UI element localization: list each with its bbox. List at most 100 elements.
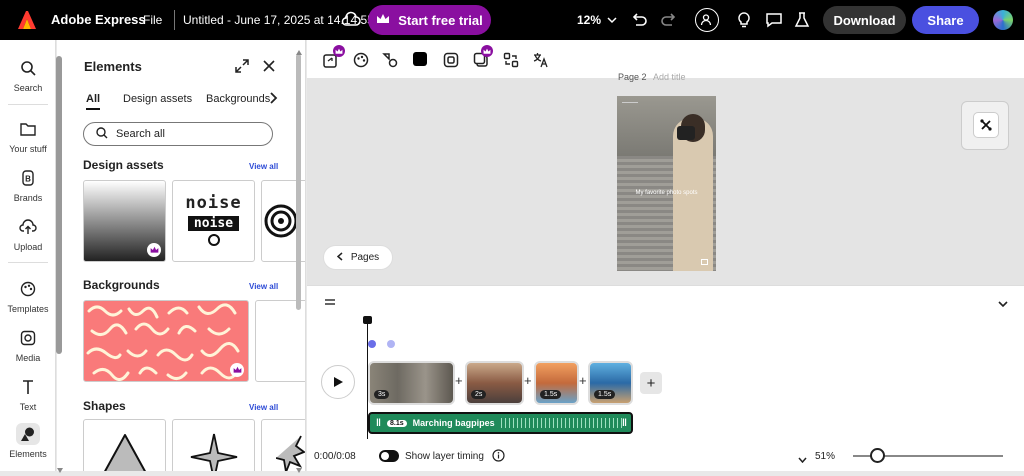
adobe-express-logo[interactable] [17, 10, 37, 30]
top-bar: Adobe Express File Untitled - June 17, 2… [0, 0, 1024, 40]
tab-backgrounds[interactable]: Backgrounds [206, 93, 270, 105]
add-transition-icon[interactable]: + [455, 373, 463, 388]
zoom-value: 12% [577, 13, 602, 27]
rail-label: Your stuff [9, 144, 47, 154]
rail-item-text[interactable]: Text [0, 376, 56, 412]
zoom-dropdown[interactable]: 12% [577, 13, 617, 27]
share-button[interactable]: Share [912, 6, 979, 34]
audio-handle-right[interactable]: ‖ [622, 418, 627, 429]
scroll-down-arrow-icon[interactable] [296, 462, 302, 476]
download-button[interactable]: Download [823, 6, 906, 34]
add-transition-icon[interactable]: + [579, 373, 587, 388]
info-icon[interactable] [492, 449, 505, 465]
cloud-sync-icon[interactable] [341, 11, 361, 32]
noise-wordmark-inverse: noise [187, 216, 240, 231]
audio-waveform [500, 418, 623, 428]
flask-icon[interactable] [794, 11, 810, 29]
layer-effect-icon[interactable] [443, 52, 459, 71]
swap-pages-icon[interactable] [973, 112, 999, 138]
section-title-backgrounds: Backgrounds [83, 278, 160, 292]
timeline-clip[interactable]: 1.5s [588, 361, 633, 405]
view-all-backgrounds[interactable]: View all [249, 282, 278, 291]
rail-item-your-stuff[interactable]: Your stuff [0, 118, 56, 154]
view-all-design-assets[interactable]: View all [249, 162, 278, 171]
page-title-placeholder[interactable]: Add title [653, 72, 686, 82]
color-swatch[interactable] [413, 52, 427, 66]
marker-dot[interactable] [387, 340, 395, 348]
file-menu[interactable]: File [143, 13, 162, 27]
add-clip-button[interactable]: + [640, 372, 662, 394]
layer-timing-toggle[interactable] [379, 450, 399, 462]
invite-user-icon[interactable] [695, 8, 719, 32]
crown-icon [376, 13, 390, 28]
view-all-shapes[interactable]: View all [249, 403, 278, 412]
timeline-clip[interactable]: 3s [368, 361, 455, 405]
chevron-right-icon[interactable] [270, 92, 278, 107]
lightbulb-icon[interactable] [736, 11, 752, 29]
rail-item-brands[interactable]: B Brands [0, 167, 56, 203]
page-options-widget[interactable] [961, 101, 1009, 150]
squiggle-pattern-graphic [86, 303, 240, 381]
comment-icon[interactable] [765, 11, 783, 29]
timeline-handle-icon[interactable] [324, 295, 336, 309]
page-preview[interactable]: My favorite photo spots [617, 96, 716, 271]
search-icon [16, 57, 40, 79]
svg-text:B: B [25, 175, 31, 184]
rail-item-search[interactable]: Search [0, 57, 56, 93]
marker-dot[interactable] [368, 340, 376, 348]
audio-duration: 8.1s [386, 419, 407, 427]
timeline-zoom-value: 51% [815, 451, 836, 462]
timeline-clip[interactable]: 2s [465, 361, 524, 405]
rail-label: Search [13, 83, 43, 93]
photo-caption: My favorite photo spots [635, 190, 698, 196]
rail-item-elements[interactable]: Elements [0, 423, 56, 459]
expand-icon[interactable] [235, 59, 249, 76]
redo-icon[interactable] [660, 11, 678, 29]
rail-item-upload[interactable]: Upload [0, 216, 56, 252]
background-white[interactable] [255, 300, 305, 382]
folder-icon [16, 118, 40, 140]
design-asset-gradient[interactable] [83, 180, 166, 262]
audio-track[interactable]: ‖ 8.1s Marching bagpipes ‖ [368, 412, 633, 434]
avatar[interactable] [993, 10, 1013, 30]
zoom-slider-thumb[interactable] [870, 448, 885, 463]
scroll-up-arrow-icon[interactable] [296, 44, 302, 58]
pages-button[interactable]: Pages [323, 245, 393, 270]
rail-item-media[interactable]: Media [0, 327, 56, 363]
shape-star[interactable] [172, 419, 255, 471]
timeline-clip[interactable]: 1.5s [534, 361, 579, 405]
rail-item-templates[interactable]: Templates [0, 278, 56, 314]
rail-scrollbar[interactable] [56, 56, 62, 354]
tab-all[interactable]: All [86, 93, 100, 105]
undo-icon[interactable] [630, 11, 648, 29]
timeline-panel: 3s + 2s + 1.5s + 1.5s + [307, 285, 1024, 471]
translate-icon[interactable] [533, 52, 549, 71]
shapes-swap-icon[interactable] [382, 52, 398, 71]
rail-label: Media [15, 353, 41, 363]
rail-label: Upload [13, 242, 43, 252]
divider [174, 10, 175, 30]
palette-icon[interactable] [353, 52, 369, 71]
background-pattern[interactable] [83, 300, 249, 382]
panel-scrollbar[interactable] [296, 54, 301, 310]
audio-handle-left[interactable]: ‖ [376, 418, 381, 429]
start-free-trial-button[interactable]: Start free trial [368, 5, 491, 35]
rail-scroll-down-arrow-icon[interactable] [57, 462, 63, 476]
panel-title: Elements [84, 59, 142, 74]
collapse-timeline-icon[interactable] [998, 297, 1008, 311]
search-input[interactable]: Search all [83, 122, 273, 146]
app-name: Adobe Express [51, 12, 146, 27]
clip-duration: 2s [471, 390, 487, 399]
play-button[interactable] [321, 365, 355, 399]
rail-label: Text [19, 402, 37, 412]
chevron-down-icon[interactable] [798, 452, 807, 466]
replace-icon[interactable] [503, 52, 519, 71]
close-icon[interactable] [263, 60, 275, 75]
playhead-handle[interactable] [363, 316, 372, 324]
add-transition-icon[interactable]: + [524, 373, 532, 388]
elements-icon [16, 423, 40, 445]
photo-camera [677, 126, 695, 140]
shape-triangle[interactable] [83, 419, 166, 471]
tab-design-assets[interactable]: Design assets [123, 93, 192, 105]
design-asset-noise[interactable]: noise noise [172, 180, 255, 262]
